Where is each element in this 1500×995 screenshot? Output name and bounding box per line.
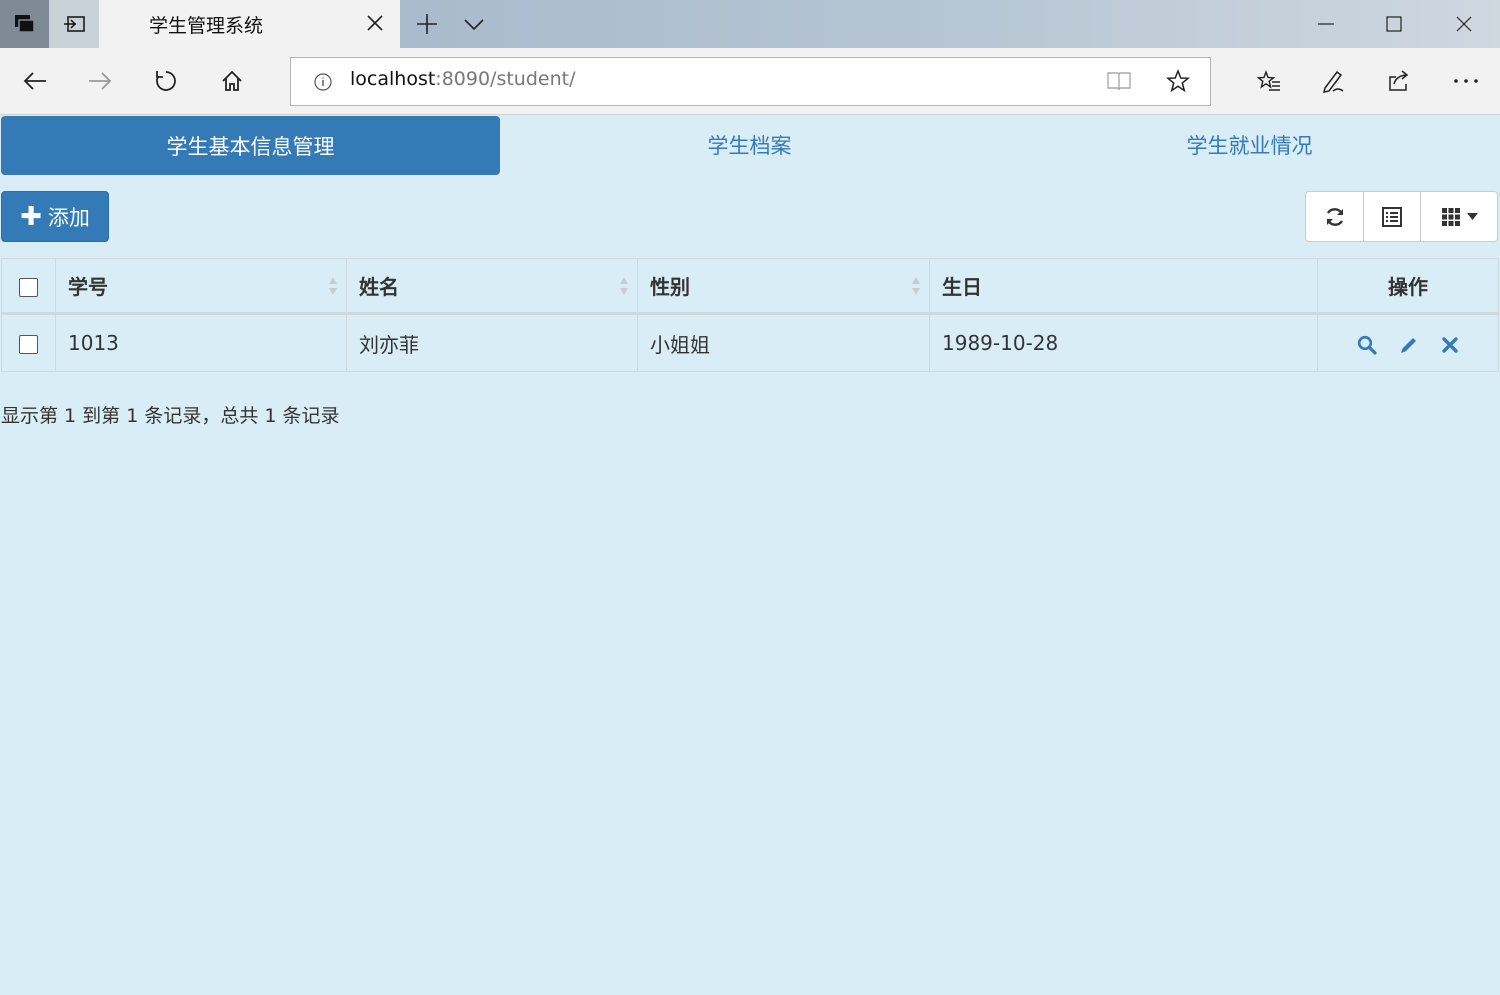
- tab-preview-button[interactable]: [452, 0, 496, 48]
- column-header-id[interactable]: 学号: [55, 258, 347, 315]
- column-header-label: 姓名: [359, 275, 399, 299]
- tab-manager-button[interactable]: [0, 0, 49, 48]
- column-header-label: 生日: [942, 275, 982, 299]
- set-aside-icon: [64, 16, 85, 32]
- refresh-icon: [1326, 207, 1343, 226]
- student-table: 学号 姓名 性别 生日 操作 1013 刘亦菲 小姐姐 1989-10-28: [1, 258, 1499, 372]
- select-all-cell: [1, 258, 56, 315]
- tab-label: 学生基本信息管理: [166, 134, 335, 159]
- row-select-cell: [1, 313, 56, 372]
- refresh-button[interactable]: [142, 58, 190, 104]
- tab-student-archive[interactable]: 学生档案: [500, 115, 999, 175]
- column-header-name[interactable]: 姓名: [346, 258, 638, 315]
- caret-down-icon: [1466, 213, 1478, 220]
- table-header-row: 学号 姓名 性别 生日 操作: [1, 258, 1499, 315]
- sort-icon: [620, 277, 628, 295]
- close-icon: [1456, 16, 1472, 32]
- grid-icon: [1441, 207, 1460, 226]
- page-tabs: 学生基本信息管理 学生档案 学生就业情况: [0, 115, 1500, 175]
- table-toolbar: [1305, 191, 1499, 242]
- refresh-icon: [156, 71, 176, 91]
- close-tab-icon[interactable]: [364, 12, 386, 34]
- cell-birthday: 1989-10-28: [929, 313, 1318, 372]
- toggle-view-button[interactable]: [1363, 191, 1421, 242]
- cell-name: 刘亦菲: [346, 313, 638, 372]
- column-header-actions: 操作: [1317, 258, 1499, 315]
- home-button[interactable]: [208, 58, 256, 104]
- row-checkbox[interactable]: [19, 335, 38, 354]
- new-tab-button[interactable]: [404, 0, 450, 48]
- arrow-right-icon: [89, 72, 112, 90]
- pagination-info: 显示第 1 到第 1 条记录，总共 1 条记录: [1, 405, 340, 427]
- cell-gender: 小姐姐: [637, 313, 930, 372]
- favorites-list-icon: [1256, 69, 1280, 91]
- delete-x-icon[interactable]: [1441, 336, 1459, 354]
- home-icon: [222, 70, 242, 91]
- set-tabs-aside-button[interactable]: [49, 0, 99, 48]
- url-text: localhost:8090/student/: [350, 68, 576, 90]
- edit-pencil-icon[interactable]: [1399, 335, 1419, 355]
- browser-titlebar: 学生管理系统: [0, 0, 1500, 48]
- info-icon[interactable]: [313, 72, 333, 92]
- cell-id: 1013: [55, 313, 347, 372]
- minimize-button[interactable]: [1292, 0, 1360, 48]
- url-host: localhost: [350, 68, 436, 90]
- browser-tab-title: 学生管理系统: [149, 14, 264, 37]
- web-note-button[interactable]: [1310, 58, 1358, 104]
- column-header-label: 性别: [650, 275, 690, 299]
- reading-view-icon[interactable]: [1106, 70, 1132, 92]
- plus-icon: [417, 14, 437, 34]
- favorite-star-icon[interactable]: [1166, 69, 1190, 93]
- chevron-down-icon: [464, 19, 484, 31]
- refresh-table-button[interactable]: [1305, 191, 1364, 242]
- forward-button[interactable]: [76, 58, 124, 104]
- close-window-button[interactable]: [1430, 0, 1498, 48]
- sort-icon: [912, 277, 920, 295]
- tab-student-info[interactable]: 学生基本信息管理: [1, 116, 500, 175]
- arrow-left-icon: [23, 72, 46, 90]
- list-view-icon: [1382, 206, 1402, 227]
- column-header-birthday: 生日: [929, 258, 1318, 315]
- maximize-button[interactable]: [1360, 0, 1428, 48]
- add-button-label: 添加: [47, 205, 90, 230]
- columns-dropdown-button[interactable]: [1420, 191, 1498, 242]
- table-row: 1013 刘亦菲 小姐姐 1989-10-28: [1, 313, 1499, 372]
- view-search-icon[interactable]: [1357, 335, 1377, 355]
- column-header-label: 操作: [1388, 275, 1428, 299]
- plus-icon: ✚: [20, 201, 42, 232]
- browser-toolbar: localhost:8090/student/: [0, 48, 1500, 115]
- favorites-button[interactable]: [1245, 58, 1293, 104]
- pen-icon: [1322, 70, 1344, 93]
- column-header-label: 学号: [68, 275, 108, 299]
- tabs-icon: [14, 15, 35, 33]
- maximize-icon: [1386, 16, 1402, 32]
- tab-student-employment[interactable]: 学生就业情况: [1000, 115, 1499, 175]
- minimize-icon: [1318, 23, 1334, 25]
- more-dots-icon: [1454, 79, 1478, 83]
- share-button[interactable]: [1375, 58, 1423, 104]
- cell-actions: [1317, 313, 1499, 372]
- back-button[interactable]: [11, 58, 59, 104]
- column-header-gender[interactable]: 性别: [637, 258, 930, 315]
- more-button[interactable]: [1442, 58, 1490, 104]
- tab-label: 学生档案: [707, 134, 792, 158]
- share-icon: [1389, 70, 1409, 91]
- tab-label: 学生就业情况: [1186, 134, 1313, 158]
- sort-icon: [329, 277, 337, 295]
- browser-tab-active[interactable]: 学生管理系统: [99, 0, 400, 48]
- add-button[interactable]: ✚ 添加: [1, 191, 109, 242]
- address-bar[interactable]: localhost:8090/student/: [290, 57, 1211, 106]
- select-all-checkbox[interactable]: [19, 277, 38, 297]
- url-path: :8090/student/: [435, 68, 576, 90]
